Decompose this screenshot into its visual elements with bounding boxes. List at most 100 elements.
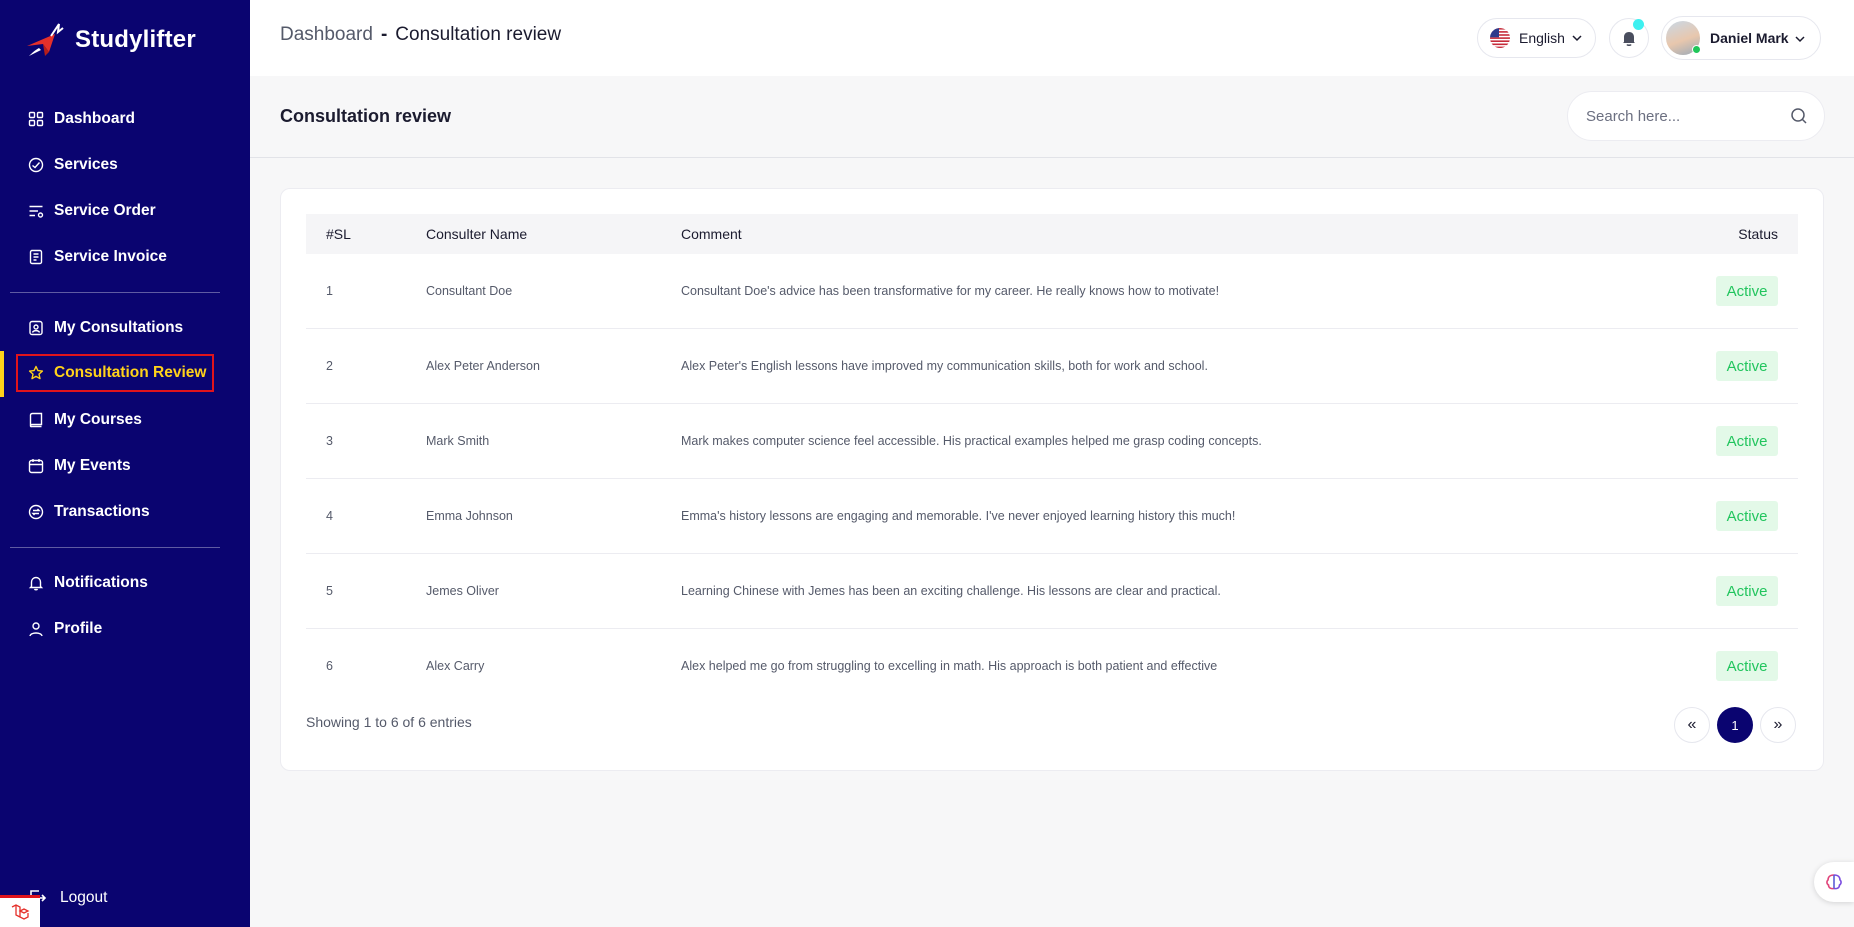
- transactions-icon: [28, 504, 44, 520]
- status-badge: Active: [1716, 651, 1778, 681]
- sidebar-item-transactions[interactable]: Transactions: [16, 493, 214, 531]
- sidebar-item-service-order[interactable]: Service Order: [16, 192, 214, 230]
- sidebar-item-label: Service Order: [54, 202, 156, 219]
- courses-icon: [29, 412, 43, 428]
- column-header-status: Status: [1738, 226, 1778, 242]
- row-name: Alex Carry: [426, 659, 485, 673]
- row-name: Jemes Oliver: [426, 584, 499, 598]
- sidebar-item-services[interactable]: Services: [16, 146, 214, 184]
- entries-info: Showing 1 to 6 of 6 entries: [306, 714, 472, 730]
- status-badge: Active: [1716, 426, 1778, 456]
- pagination-page-button[interactable]: 1: [1717, 707, 1753, 743]
- row-sl: 3: [326, 434, 333, 448]
- invoice-icon: [29, 249, 43, 265]
- breadcrumb-root[interactable]: Dashboard: [280, 24, 373, 46]
- row-comment: Emma's history lessons are engaging and …: [681, 509, 1236, 523]
- bell-icon: [28, 576, 44, 591]
- online-indicator: [1692, 45, 1701, 54]
- sidebar-item-label: My Courses: [54, 411, 142, 428]
- sidebar-item-label: My Consultations: [54, 319, 184, 336]
- table-row: 3 Mark Smith Mark makes computer science…: [306, 404, 1798, 479]
- star-icon: [28, 365, 44, 380]
- sidebar-item-label: Profile: [54, 620, 103, 637]
- chevron-down-icon: [1795, 36, 1805, 43]
- row-name: Consultant Doe: [426, 284, 513, 298]
- sidebar-item-profile[interactable]: Profile: [16, 610, 214, 648]
- sidebar-item-dashboard[interactable]: Dashboard: [16, 100, 214, 138]
- status-badge: Active: [1716, 576, 1778, 606]
- user-name: Daniel Mark: [1710, 30, 1789, 46]
- pagination-prev-button[interactable]: «: [1674, 707, 1710, 743]
- language-label: English: [1519, 30, 1565, 46]
- topbar: Dashboard - Consultation review English …: [250, 0, 1854, 76]
- consultations-icon: [29, 320, 43, 336]
- table-row: 6 Alex Carry Alex helped me go from stru…: [306, 629, 1798, 704]
- language-selector[interactable]: English: [1477, 18, 1596, 58]
- sidebar-item-label: My Events: [54, 457, 131, 474]
- sidebar-item-label: Notifications: [54, 574, 148, 591]
- breadcrumb-current: Consultation review: [395, 24, 562, 45]
- logo-icon: [27, 23, 64, 56]
- column-header-comment: Comment: [681, 226, 742, 242]
- column-header-sl: #SL: [326, 226, 351, 242]
- sidebar-item-consultation-review[interactable]: Consultation Review: [16, 354, 214, 392]
- status-badge: Active: [1716, 276, 1778, 306]
- row-comment: Mark makes computer science feel accessi…: [681, 434, 1262, 448]
- table-row: 4 Emma Johnson Emma's history lessons ar…: [306, 479, 1798, 554]
- service-order-icon: [29, 205, 44, 218]
- sidebar-item-my-events[interactable]: My Events: [16, 447, 214, 485]
- avatar: [1666, 21, 1701, 55]
- row-comment: Consultant Doe's advice has been transfo…: [681, 284, 1220, 298]
- row-comment: Learning Chinese with Jemes has been an …: [681, 584, 1221, 598]
- sidebar-divider: [10, 547, 220, 548]
- sidebar-item-label: Transactions: [54, 503, 150, 520]
- sidebar-item-service-invoice[interactable]: Service Invoice: [16, 238, 214, 276]
- user-menu[interactable]: Daniel Mark: [1661, 16, 1821, 60]
- sidebar-divider: [10, 292, 220, 293]
- sidebar: Studylifter Dashboard Services Service O…: [0, 0, 250, 927]
- sidebar-item-label: Services: [54, 156, 118, 173]
- sidebar-item-label: Consultation Review: [54, 364, 207, 381]
- bell-icon: [1623, 32, 1635, 46]
- page-header: Consultation review: [250, 76, 1854, 158]
- pagination-next-button[interactable]: »: [1760, 707, 1796, 743]
- row-sl: 4: [326, 509, 333, 523]
- breadcrumb: Dashboard - Consultation review: [280, 24, 561, 46]
- search-icon[interactable]: [1790, 107, 1808, 125]
- laravel-debugbar-icon[interactable]: [0, 895, 40, 927]
- status-badge: Active: [1716, 501, 1778, 531]
- table-row: 2 Alex Peter Anderson Alex Peter's Engli…: [306, 329, 1798, 404]
- row-name: Emma Johnson: [426, 509, 513, 523]
- dashboard-icon: [28, 111, 44, 127]
- assistant-brain-icon[interactable]: [1814, 862, 1854, 902]
- row-name: Mark Smith: [426, 434, 490, 448]
- sidebar-item-my-consultations[interactable]: My Consultations: [16, 309, 214, 347]
- row-sl: 1: [326, 284, 333, 298]
- brand-name: Studylifter: [75, 26, 196, 53]
- row-sl: 2: [326, 359, 333, 373]
- row-name: Alex Peter Anderson: [426, 359, 540, 373]
- row-comment: Alex Peter's English lessons have improv…: [681, 359, 1208, 373]
- notification-button[interactable]: [1609, 18, 1649, 58]
- logout-label: Logout: [60, 889, 108, 906]
- search-input[interactable]: [1586, 92, 1776, 140]
- column-header-name: Consulter Name: [426, 226, 528, 242]
- services-icon: [28, 157, 44, 173]
- row-comment: Alex helped me go from struggling to exc…: [681, 659, 1218, 673]
- status-badge: Active: [1716, 351, 1778, 381]
- review-table-card: #SL Consulter Name Comment Status 1 Cons…: [280, 188, 1824, 771]
- us-flag-icon: [1490, 28, 1510, 48]
- chevron-down-icon: [1572, 35, 1582, 42]
- breadcrumb-separator: -: [380, 24, 388, 45]
- table-row: 5 Jemes Oliver Learning Chinese with Jem…: [306, 554, 1798, 629]
- row-sl: 6: [326, 659, 333, 673]
- notification-dot: [1633, 19, 1644, 30]
- table-row: 1 Consultant Doe Consultant Doe's advice…: [306, 254, 1798, 329]
- search-box: [1567, 91, 1825, 141]
- page-title: Consultation review: [280, 106, 452, 126]
- sidebar-item-my-courses[interactable]: My Courses: [16, 401, 214, 439]
- sidebar-item-notifications[interactable]: Notifications: [16, 564, 214, 602]
- brand-logo[interactable]: Studylifter: [25, 22, 196, 58]
- sidebar-item-label: Service Invoice: [54, 248, 167, 265]
- active-indicator: [0, 351, 4, 397]
